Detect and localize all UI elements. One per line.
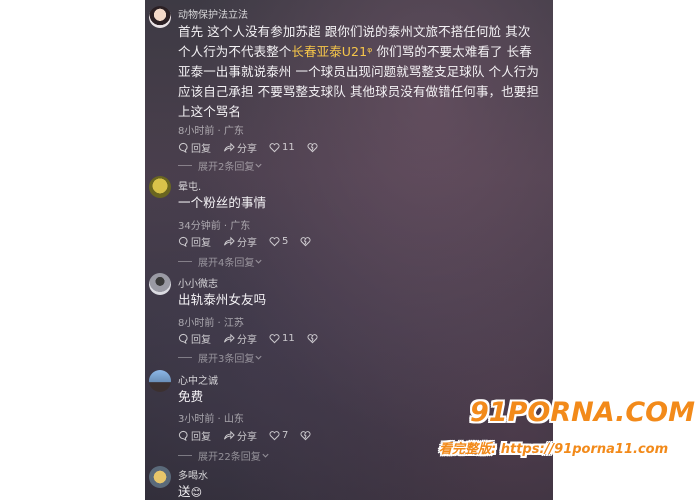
reply-label: 回复 bbox=[191, 238, 211, 249]
share-icon bbox=[223, 333, 235, 343]
share-icon bbox=[223, 236, 235, 246]
share-button[interactable]: 分享 bbox=[223, 234, 257, 249]
expand-replies[interactable]: 展开3条回复 bbox=[178, 350, 263, 365]
avatar[interactable] bbox=[149, 370, 171, 392]
heart-icon bbox=[269, 143, 280, 153]
chevron-down-icon bbox=[262, 453, 269, 458]
reply-button[interactable]: 回复 bbox=[178, 140, 211, 155]
comment-username[interactable]: 动物保护法立法 bbox=[178, 6, 248, 21]
comment-actions: 回复 分享 11 bbox=[178, 331, 332, 346]
share-label: 分享 bbox=[237, 432, 257, 443]
comment-actions: 回复 分享 7 bbox=[178, 428, 325, 443]
reply-icon bbox=[178, 430, 188, 441]
watermark-logo: 91PORNA.COM bbox=[470, 397, 695, 428]
avatar[interactable] bbox=[149, 176, 171, 198]
heart-icon bbox=[269, 431, 280, 441]
like-count: 11 bbox=[282, 333, 295, 344]
comment-meta: 34分钟前 · 广东 bbox=[178, 221, 251, 232]
comment-username[interactable]: 心中之诚 bbox=[178, 372, 218, 387]
like-button[interactable]: 11 bbox=[269, 333, 295, 344]
comment-actions: 回复 分享 11 bbox=[178, 140, 332, 155]
dislike-button[interactable] bbox=[307, 142, 320, 153]
like-count: 5 bbox=[282, 236, 289, 247]
broken-heart-icon bbox=[307, 334, 318, 344]
reply-icon bbox=[178, 333, 188, 344]
share-icon bbox=[223, 142, 235, 152]
comment-username[interactable]: 多喝水 bbox=[178, 467, 208, 482]
comment-text: 出轨泰州女友吗 bbox=[178, 292, 267, 307]
divider-line bbox=[178, 165, 192, 166]
avatar[interactable] bbox=[149, 6, 171, 28]
heart-icon bbox=[269, 334, 280, 344]
divider-line bbox=[178, 455, 192, 456]
hashtag-link[interactable]: 长春亚泰U21ᵠ bbox=[291, 44, 372, 59]
comment-meta: 8小时前 · 广东 bbox=[178, 126, 244, 137]
reply-label: 回复 bbox=[191, 432, 211, 443]
dislike-button[interactable] bbox=[300, 236, 313, 247]
reply-label: 回复 bbox=[191, 144, 211, 155]
expand-label: 展开4条回复 bbox=[198, 258, 255, 269]
expand-label: 展开3条回复 bbox=[198, 354, 255, 365]
broken-heart-icon bbox=[300, 237, 311, 247]
like-count: 11 bbox=[282, 142, 295, 153]
comment-username[interactable]: 晕屯. bbox=[178, 178, 201, 193]
like-button[interactable]: 7 bbox=[269, 430, 288, 441]
chevron-down-icon bbox=[255, 163, 262, 168]
reply-button[interactable]: 回复 bbox=[178, 234, 211, 249]
divider-line bbox=[178, 357, 192, 358]
broken-heart-icon bbox=[300, 431, 311, 441]
expand-label: 展开2条回复 bbox=[198, 162, 255, 173]
comment-meta: 8小时前 · 江苏 bbox=[178, 318, 244, 329]
like-button[interactable]: 11 bbox=[269, 142, 295, 153]
share-label: 分享 bbox=[237, 335, 257, 346]
like-button[interactable]: 5 bbox=[269, 236, 288, 247]
comment-text: 一个粉丝的事情 bbox=[178, 195, 267, 210]
divider-line bbox=[178, 261, 192, 262]
comment-text: 送😊 bbox=[178, 482, 543, 500]
avatar[interactable] bbox=[149, 273, 171, 295]
comment-username[interactable]: 小小微志 bbox=[178, 275, 218, 290]
like-count: 7 bbox=[282, 430, 289, 441]
watermark-url: 看完整版: https://91porna11.com bbox=[439, 442, 669, 457]
expand-replies[interactable]: 展开4条回复 bbox=[178, 254, 263, 269]
comment-actions: 回复 分享 5 bbox=[178, 234, 325, 249]
chevron-down-icon bbox=[255, 355, 262, 360]
broken-heart-icon bbox=[307, 143, 318, 153]
dislike-button[interactable] bbox=[300, 430, 313, 441]
smile-emoji: 😊 bbox=[190, 486, 203, 499]
avatar[interactable] bbox=[149, 466, 171, 488]
reply-button[interactable]: 回复 bbox=[178, 428, 211, 443]
reply-label: 回复 bbox=[191, 335, 211, 346]
comment-text: 首先 这个人没有参加苏超 跟你们说的泰州文旅不搭任何尬 其次个人行为不代表整个长… bbox=[178, 22, 543, 122]
comment-meta: 3小时前 · 山东 bbox=[178, 414, 244, 425]
reply-icon bbox=[178, 142, 188, 153]
expand-replies[interactable]: 展开22条回复 bbox=[178, 448, 270, 463]
share-button[interactable]: 分享 bbox=[223, 140, 257, 155]
comment-text-part: 送 bbox=[178, 484, 191, 499]
reply-button[interactable]: 回复 bbox=[178, 331, 211, 346]
chevron-down-icon bbox=[255, 259, 262, 264]
share-icon bbox=[223, 430, 235, 440]
heart-icon bbox=[269, 237, 280, 247]
share-button[interactable]: 分享 bbox=[223, 331, 257, 346]
dislike-button[interactable] bbox=[307, 333, 320, 344]
reply-icon bbox=[178, 236, 188, 247]
expand-label: 展开22条回复 bbox=[198, 452, 261, 463]
share-button[interactable]: 分享 bbox=[223, 428, 257, 443]
share-label: 分享 bbox=[237, 238, 257, 249]
share-label: 分享 bbox=[237, 144, 257, 155]
expand-replies[interactable]: 展开2条回复 bbox=[178, 158, 263, 173]
